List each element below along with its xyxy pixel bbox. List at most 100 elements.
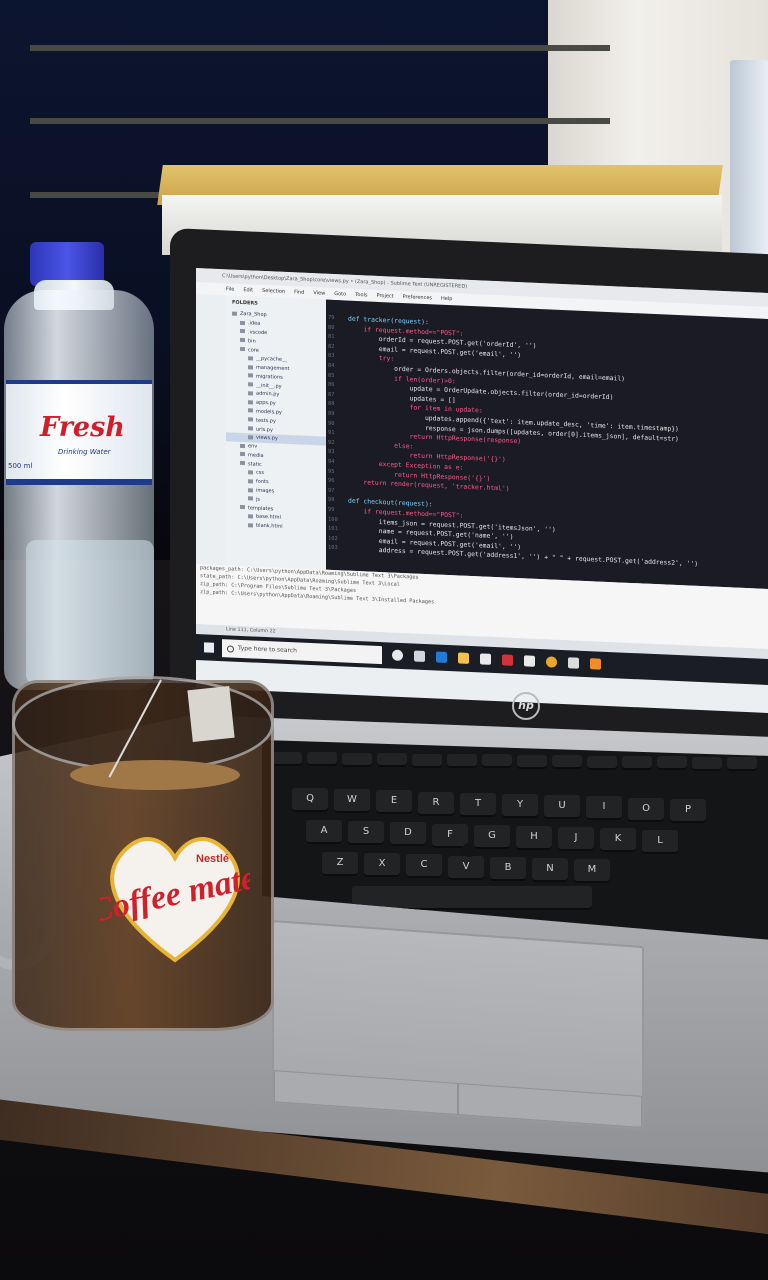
sidebar-item-label: urls.py: [256, 426, 273, 433]
line-number: 95: [328, 468, 335, 475]
sidebar-item-label: management: [256, 364, 290, 373]
key-k[interactable]: K: [600, 828, 636, 853]
key-m[interactable]: M: [574, 859, 610, 884]
mug-brand-small: Nestlé: [196, 853, 229, 865]
chrome-icon[interactable]: [546, 656, 557, 668]
file-explorer-icon[interactable]: [458, 652, 469, 664]
sublime-taskbar-icon[interactable]: [590, 658, 601, 670]
key-d[interactable]: D: [390, 822, 426, 847]
menu-item-preferences[interactable]: Preferences: [403, 294, 432, 301]
mug-rim: [12, 676, 274, 772]
function-key[interactable]: [412, 753, 442, 768]
function-key[interactable]: [377, 753, 407, 768]
tea-bag-tag: [187, 685, 235, 743]
key-p[interactable]: P: [670, 798, 706, 823]
function-key[interactable]: [657, 756, 687, 771]
line-number: 87: [328, 391, 335, 398]
key-q[interactable]: Q: [292, 788, 328, 812]
line-number: 89: [328, 410, 335, 418]
key-w[interactable]: W: [334, 789, 370, 814]
key-y[interactable]: Y: [502, 794, 538, 818]
code-editor[interactable]: 79 def tracker(request): 80 if request.met…: [326, 299, 768, 590]
function-key[interactable]: [552, 755, 582, 770]
folder-icon: [248, 373, 253, 378]
key-x[interactable]: X: [364, 853, 400, 878]
key-g[interactable]: G: [474, 824, 510, 849]
key-r[interactable]: R: [418, 791, 454, 816]
folder-icon: [248, 479, 253, 484]
line-number: 86: [328, 381, 335, 389]
key-t[interactable]: T: [460, 792, 496, 817]
sidebar-item-label: __init__.py: [256, 382, 282, 390]
key-j[interactable]: J: [558, 827, 594, 852]
key-i[interactable]: I: [586, 796, 622, 821]
app-icon-red[interactable]: [502, 654, 513, 666]
windows-start-icon[interactable]: [204, 642, 214, 653]
key-c[interactable]: C: [406, 854, 442, 879]
function-key[interactable]: [622, 756, 652, 770]
function-key[interactable]: [727, 757, 757, 772]
function-key[interactable]: [272, 752, 302, 766]
menu-item-goto[interactable]: Goto: [334, 291, 346, 298]
function-key[interactable]: [517, 754, 547, 769]
function-key[interactable]: [447, 754, 477, 768]
sidebar-item-label: css: [256, 470, 264, 477]
menu-item-tools[interactable]: Tools: [355, 292, 367, 299]
cortana-icon[interactable]: [392, 649, 403, 662]
store-icon[interactable]: [524, 655, 535, 667]
edge-icon[interactable]: [436, 651, 447, 663]
notepad-icon[interactable]: [568, 657, 579, 669]
key-n[interactable]: N: [532, 858, 568, 882]
folder-icon: [240, 338, 245, 343]
folder-icon: [248, 487, 253, 493]
coffee-mate-logo: Nestlé Coffee mate: [100, 837, 250, 963]
tea-surface: [70, 760, 240, 790]
file-icon: [248, 426, 253, 431]
key-o[interactable]: O: [628, 797, 664, 822]
key-v[interactable]: V: [448, 855, 484, 880]
function-key[interactable]: [307, 752, 337, 767]
touchpad[interactable]: [272, 920, 644, 1131]
sidebar-item-label: media: [248, 452, 264, 459]
line-number: 93: [328, 449, 335, 456]
bottle-water: [26, 540, 154, 685]
file-icon: [248, 514, 253, 519]
line-number: 84: [328, 362, 335, 370]
line-number: 94: [328, 458, 335, 466]
function-key[interactable]: [482, 754, 512, 769]
menu-item-file[interactable]: File: [226, 286, 234, 292]
space-bar[interactable]: [352, 886, 592, 910]
function-key[interactable]: [342, 752, 372, 767]
line-number: 88: [328, 401, 335, 408]
trackpoint[interactable]: [462, 843, 476, 857]
file-icon: [248, 522, 253, 528]
menu-item-view[interactable]: View: [313, 290, 325, 297]
line-number: 96: [328, 477, 335, 485]
key-b[interactable]: B: [490, 856, 526, 881]
menu-item-find[interactable]: Find: [294, 289, 304, 295]
folders-sidebar: FOLDERS Zara_Shop .idea .vscode bin core __py…: [226, 295, 326, 570]
folder-icon: [248, 470, 253, 475]
key-f[interactable]: F: [432, 823, 468, 848]
function-key[interactable]: [587, 755, 617, 770]
sidebar-item-label: images: [256, 487, 275, 495]
task-view-icon[interactable]: [414, 650, 425, 662]
taskbar-search-input[interactable]: Type here to search: [222, 639, 382, 665]
file-icon: [240, 329, 245, 334]
function-key[interactable]: [692, 756, 722, 771]
menu-item-edit[interactable]: Edit: [243, 287, 253, 293]
key-h[interactable]: H: [516, 826, 552, 850]
sidebar-item-label: apps.py: [256, 399, 276, 407]
key-z[interactable]: Z: [322, 852, 358, 876]
menu-item-selection[interactable]: Selection: [262, 288, 285, 295]
key-e[interactable]: E: [376, 790, 412, 815]
key-u[interactable]: U: [544, 795, 580, 820]
key-s[interactable]: S: [348, 821, 384, 846]
mail-icon[interactable]: [480, 653, 491, 665]
menu-item-help[interactable]: Help: [441, 296, 452, 302]
menu-item-project[interactable]: Project: [377, 293, 394, 300]
line-number: 98: [328, 497, 335, 504]
key-a[interactable]: A: [306, 820, 342, 844]
key-l[interactable]: L: [642, 829, 678, 854]
line-number: 91: [328, 429, 335, 437]
